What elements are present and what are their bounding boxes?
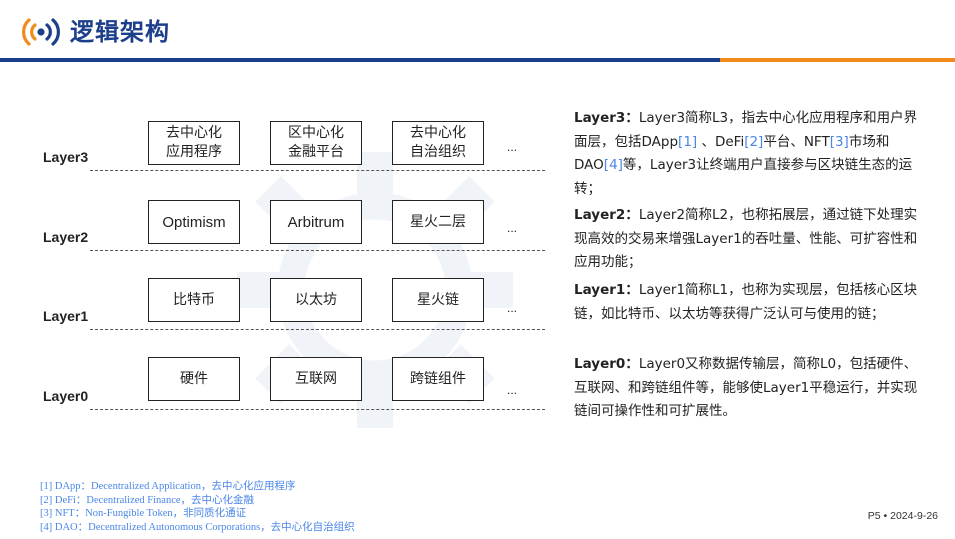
- footnotes: [1] DApp：Decentralized Application，去中心化应…: [40, 480, 355, 534]
- layer2-box-spark-l2: 星火二层: [392, 200, 484, 244]
- page-title: 逻辑架构: [70, 18, 170, 46]
- layer-label-2: Layer2: [43, 229, 89, 245]
- layer1-description: Layer1：Layer1简称L1，也称为实现层，包括核心区块链，如比特币、以太…: [574, 282, 918, 322]
- layer1-box-bitcoin: 比特币: [148, 278, 240, 322]
- layer1-description-key: Layer1：: [574, 282, 639, 298]
- layer0-description: Layer0：Layer0又称数据传输层，简称L0，包括硬件、互联网、和跨链组件…: [574, 356, 918, 419]
- layer1-divider: [90, 329, 545, 330]
- layer3-box-defi: 区中心化 金融平台: [270, 121, 362, 165]
- footnote-ref-3[interactable]: [3]: [830, 134, 849, 150]
- layer-label-0: Layer0: [43, 388, 89, 404]
- layer2-description-key: Layer2：: [574, 207, 639, 223]
- header: 逻辑架构: [0, 0, 955, 62]
- layer3-divider: [90, 170, 545, 171]
- footnote-3: [3] NFT：Non-Fungible Token，非同质化通证: [40, 508, 247, 519]
- layer1-box-ethereum: 以太坊: [270, 278, 362, 322]
- broadcast-signal-icon: [22, 18, 60, 46]
- footnote-1: [1] DApp：Decentralized Application，去中心化应…: [40, 481, 296, 492]
- layer3-more: ...: [507, 140, 518, 154]
- layer-label-3: Layer3: [43, 149, 89, 165]
- layer0-divider: [90, 409, 545, 410]
- footnote-ref-2[interactable]: [2]: [744, 134, 763, 150]
- footnote-ref-1[interactable]: [1]: [678, 134, 697, 150]
- page-number: P5: [867, 510, 881, 522]
- layer3-description-key: Layer3：: [574, 110, 639, 126]
- layer1-more: ...: [507, 301, 518, 315]
- layer2-box-optimism: Optimism: [148, 200, 240, 244]
- layer3-box-dapp: 去中心化 应用程序: [148, 121, 240, 165]
- page-date: 2024-9-26: [890, 510, 938, 522]
- title-underline-orange: [720, 58, 955, 62]
- layer0-box-cross-chain: 跨链组件: [392, 357, 484, 401]
- layer3-box-dao: 去中心化 自治组织: [392, 121, 484, 165]
- footer-separator: •: [880, 510, 891, 522]
- layer3-description: Layer3：Layer3简称L3，指去中心化应用程序和用户界面层，包括DApp…: [574, 110, 918, 197]
- footnote-ref-4[interactable]: [4]: [604, 157, 623, 173]
- layer-label-1: Layer1: [43, 308, 89, 324]
- layer2-divider: [90, 250, 545, 251]
- layer2-more: ...: [507, 221, 518, 235]
- layer1-box-spark-chain: 星火链: [392, 278, 484, 322]
- layer2-box-arbitrum: Arbitrum: [270, 200, 362, 244]
- layer0-more: ...: [507, 383, 518, 397]
- layer0-description-key: Layer0：: [574, 356, 639, 372]
- title-underline-blue: [0, 58, 720, 62]
- page-footer: P5 • 2024-9-26: [868, 510, 938, 522]
- layer0-box-internet: 互联网: [270, 357, 362, 401]
- layer2-description: Layer2：Layer2简称L2，也称拓展层，通过链下处理实现高效的交易来增强…: [574, 207, 918, 270]
- footnote-2: [2] DeFi：Decentralized Finance，去中心化金融: [40, 494, 255, 506]
- footnote-4: [4] DAO：Decentralized Autonomous Corpora…: [40, 521, 355, 533]
- layer0-box-hardware: 硬件: [148, 357, 240, 401]
